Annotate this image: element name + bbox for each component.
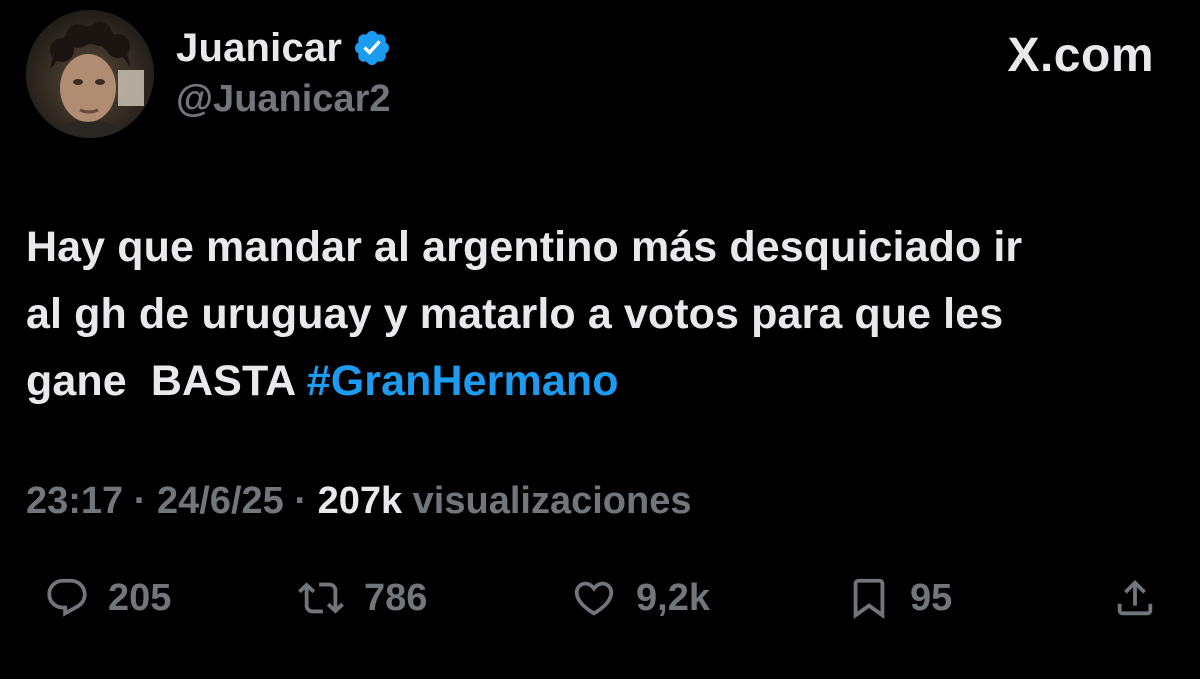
tweet-date[interactable]: 24/6/25 <box>157 480 284 522</box>
like-icon <box>570 575 618 621</box>
action-bar: 205 786 9,2k 95 <box>0 568 1200 628</box>
name-row: Juanicar <box>176 22 392 74</box>
tweet-meta: 23:17 · 24/6/25 · 207k visualizaciones <box>26 480 691 523</box>
reply-button[interactable]: 205 <box>44 568 171 628</box>
tweet-text-segment: gane BASTA <box>26 357 307 405</box>
site-watermark: X.com <box>1007 29 1154 82</box>
bookmark-icon <box>846 575 892 621</box>
tweet-time[interactable]: 23:17 <box>26 480 123 522</box>
bookmark-count: 95 <box>910 576 953 619</box>
hashtag-link[interactable]: #GranHermano <box>307 357 619 405</box>
repost-count: 786 <box>364 576 428 619</box>
tweet-text-line: gane BASTA #GranHermano <box>26 348 1176 415</box>
tweet-text-line: Hay que mandar al argentino más desquici… <box>26 223 1023 271</box>
tweet-text-line: al gh de uruguay y matarlo a votos para … <box>26 290 1004 338</box>
author-info: Juanicar @Juanicar2 <box>176 22 392 121</box>
share-icon <box>1112 575 1158 621</box>
share-button[interactable] <box>1112 568 1158 628</box>
like-count: 9,2k <box>636 576 710 619</box>
display-name[interactable]: Juanicar <box>176 26 342 71</box>
views-label: visualizaciones <box>412 480 692 522</box>
avatar-photo <box>26 10 154 138</box>
meta-separator: · <box>294 480 307 522</box>
bookmark-button[interactable]: 95 <box>846 568 952 628</box>
user-handle[interactable]: @Juanicar2 <box>176 78 392 121</box>
like-button[interactable]: 9,2k <box>570 568 710 628</box>
repost-button[interactable]: 786 <box>296 568 427 628</box>
meta-separator: · <box>133 480 147 522</box>
reply-icon <box>44 575 90 621</box>
repost-icon <box>296 575 346 621</box>
verified-badge-icon <box>352 28 392 68</box>
tweet-card: Juanicar @Juanicar2 X.com Hay que mandar… <box>0 0 1200 679</box>
tweet-text: Hay que mandar al argentino más desquici… <box>26 214 1176 415</box>
reply-count: 205 <box>108 576 172 619</box>
avatar[interactable] <box>26 10 154 138</box>
views-count: 207k <box>317 480 403 522</box>
